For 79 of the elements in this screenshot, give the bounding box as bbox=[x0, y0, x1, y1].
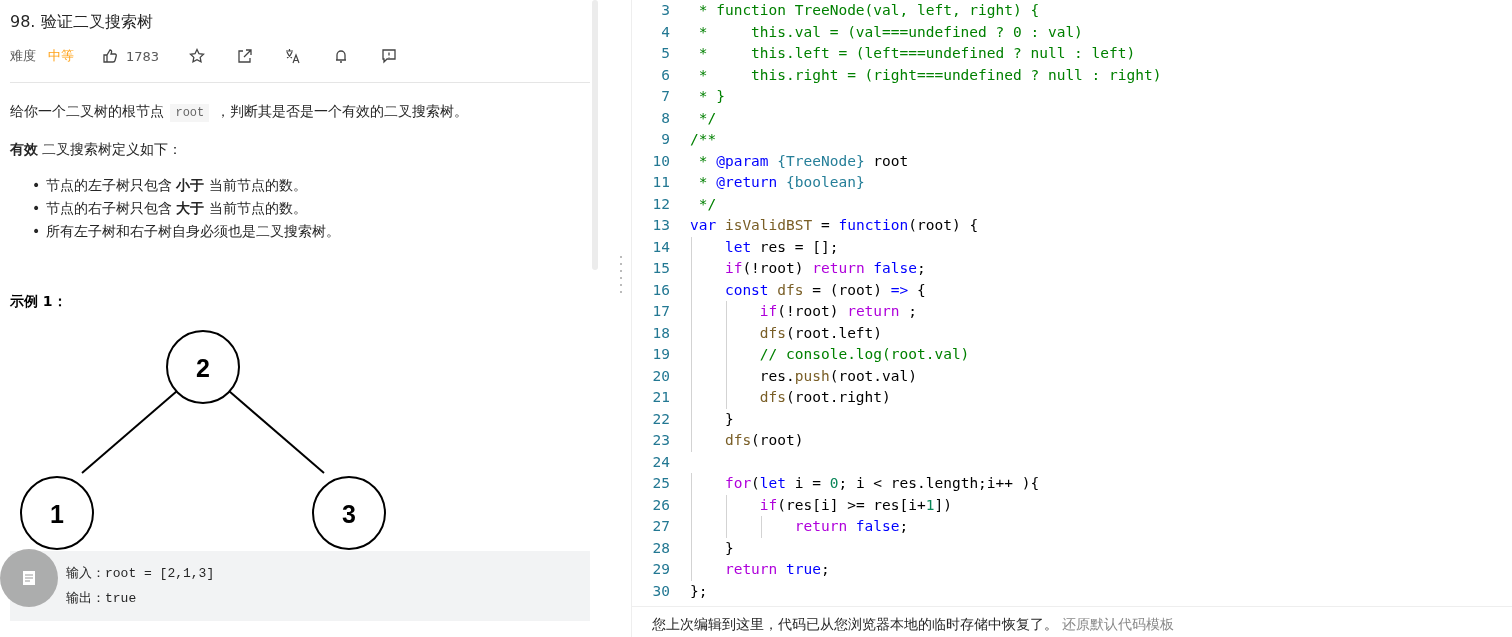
example-heading: 示例 1： bbox=[10, 293, 68, 311]
line-number: 26 bbox=[651, 495, 670, 515]
line-number: 19 bbox=[651, 345, 670, 364]
line-number: 8 bbox=[660, 108, 670, 128]
example-line: 输入：root = [2,1,3] bbox=[66, 565, 216, 583]
line-number: 28 bbox=[651, 538, 670, 558]
code-line: res.push(root.val) bbox=[758, 367, 917, 384]
code-line: * this.val = (val===undefined ? 0 : val) bbox=[697, 23, 1083, 40]
line-number: 30 bbox=[651, 581, 670, 601]
bullet: • bbox=[32, 222, 42, 241]
code-line: const dfs = (root) => { bbox=[723, 281, 926, 298]
code-line: return false; bbox=[793, 518, 909, 534]
line-number: 29 bbox=[651, 560, 670, 579]
line-number: 3 bbox=[660, 1, 670, 20]
line-number: 9 bbox=[660, 130, 670, 149]
difficulty-value: 中等 bbox=[48, 47, 74, 65]
code-line: var isValidBST = function(root) { bbox=[690, 217, 979, 233]
code-line: return true; bbox=[723, 561, 830, 577]
rule-item: 节点的左子树只包含 小于 当前节点的数。 bbox=[46, 176, 307, 195]
code-line: * @return {boolean} bbox=[697, 174, 865, 190]
line-number: 27 bbox=[651, 517, 670, 536]
code-line: dfs(root.right) bbox=[758, 389, 891, 405]
line-number: 20 bbox=[651, 366, 670, 386]
code-line: * this.right = (right===undefined ? null : right) bbox=[697, 66, 1162, 83]
code-line: if(!root) return ; bbox=[758, 303, 917, 319]
binary-tree-drawing: 2 1 3 bbox=[10, 329, 390, 553]
line-number: 10 bbox=[651, 151, 670, 171]
code-line: * this.left = (left===undefined ? null : left) bbox=[697, 45, 1136, 61]
line-number: 21 bbox=[651, 388, 670, 407]
line-number: 23 bbox=[651, 431, 670, 450]
bullet: • bbox=[32, 176, 42, 195]
line-number: 12 bbox=[651, 194, 670, 214]
line-number: 15 bbox=[651, 259, 670, 278]
restore-template-link[interactable]: 还原默认代码模板 bbox=[1062, 616, 1174, 632]
like-button[interactable]: 1783 bbox=[102, 48, 160, 64]
line-number: 22 bbox=[651, 409, 670, 429]
line-number: 13 bbox=[651, 216, 670, 235]
line-number: 11 bbox=[651, 173, 670, 192]
code-line: // console.log(root.val) bbox=[758, 346, 970, 362]
example-line: 输出：true bbox=[66, 590, 138, 608]
line-number: 4 bbox=[660, 22, 670, 42]
code-line: /** bbox=[690, 131, 717, 147]
code-line: */ bbox=[697, 109, 717, 126]
code-line: * } bbox=[697, 88, 725, 104]
rule-item: 所有左子树和右子树自身必须也是二叉搜索树。 bbox=[46, 222, 340, 241]
share-icon[interactable] bbox=[237, 48, 254, 64]
document-icon bbox=[20, 569, 38, 587]
bullet: • bbox=[32, 199, 42, 218]
line-number: 5 bbox=[660, 44, 670, 63]
problem-title: 98. 验证二叉搜索树 bbox=[10, 12, 154, 33]
line-number: 24 bbox=[651, 452, 670, 472]
difficulty-label: 难度 bbox=[10, 47, 36, 65]
definition-text: 有效 二叉搜索树定义如下： bbox=[10, 140, 184, 159]
line-number: 16 bbox=[651, 280, 670, 300]
line-number: 25 bbox=[651, 474, 670, 493]
code-line: for(let i = 0; i < res.length;i++ ){ bbox=[723, 475, 1040, 491]
code-line: if(res[i] >= res[i+1]) bbox=[758, 496, 952, 513]
code-line: }; bbox=[690, 582, 708, 599]
star-icon[interactable] bbox=[189, 48, 206, 64]
line-number: 6 bbox=[660, 65, 670, 85]
code-line: dfs(root.left) bbox=[758, 324, 883, 341]
code-line: } bbox=[723, 410, 734, 427]
code-line: */ bbox=[697, 195, 717, 212]
line-number: 14 bbox=[651, 237, 670, 257]
translate-icon[interactable] bbox=[285, 48, 302, 64]
line-number: 17 bbox=[651, 302, 670, 321]
code-line: dfs(root) bbox=[723, 432, 804, 448]
thumbs-up-icon bbox=[102, 48, 118, 64]
restore-notice: 您上次编辑到这里，代码已从您浏览器本地的临时存储中恢复了。 bbox=[652, 616, 1058, 632]
code-line: * function TreeNode(val, left, right) { bbox=[697, 2, 1040, 18]
problem-statement: 给你一个二叉树的根节点 root ，判断其是否是一个有效的二叉搜索树。 bbox=[10, 102, 469, 124]
code-line: * @param {TreeNode} root bbox=[697, 152, 909, 169]
line-number: 7 bbox=[660, 87, 670, 106]
code-line: if(!root) return false; bbox=[723, 260, 926, 276]
feedback-icon[interactable] bbox=[381, 48, 398, 64]
code-line: } bbox=[723, 539, 734, 556]
code-line: let res = []; bbox=[723, 238, 839, 255]
line-number: 18 bbox=[651, 323, 670, 343]
rule-item: 节点的右子树只包含 大于 当前节点的数。 bbox=[46, 199, 307, 218]
